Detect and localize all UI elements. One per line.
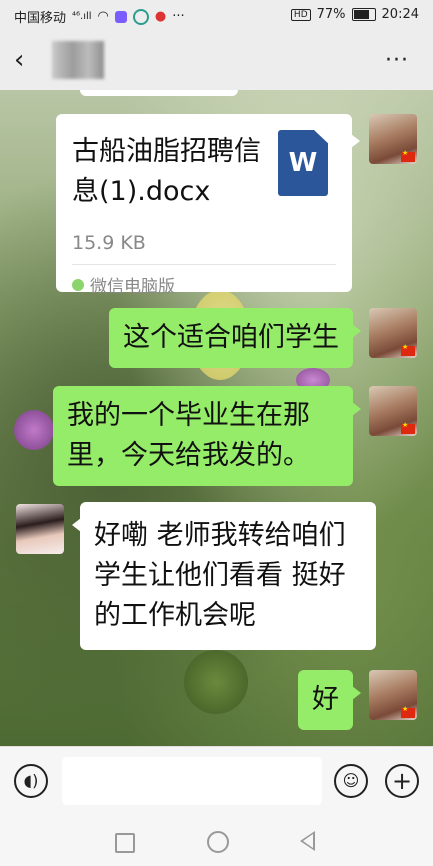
file-divider bbox=[72, 264, 336, 265]
file-name: 古船油脂招聘信息(1).docx bbox=[72, 136, 261, 207]
app-icon bbox=[114, 10, 127, 23]
message-text: 我的一个毕业生在那里，今天给我发的。 bbox=[67, 400, 310, 471]
hd-badge: HD bbox=[290, 8, 311, 21]
sent-message[interactable]: 我的一个毕业生在那里，今天给我发的。 bbox=[53, 386, 361, 486]
more-notifications: ··· bbox=[172, 9, 185, 24]
battery-icon bbox=[351, 8, 376, 21]
location-icon: ● bbox=[154, 9, 167, 24]
file-message[interactable]: 古船油脂招聘信息(1).docx W 15.9 KB 微信电脑版 bbox=[56, 114, 360, 297]
contact-name-blurred bbox=[52, 41, 104, 79]
input-bar: ◖) ☺ + bbox=[0, 746, 433, 817]
back-chevron-icon[interactable]: ‹ bbox=[14, 47, 38, 73]
message-text: 好 bbox=[312, 684, 339, 715]
system-navigation-bar bbox=[0, 816, 433, 866]
carrier-label: 中国移动 bbox=[14, 11, 67, 26]
my-avatar[interactable] bbox=[369, 308, 417, 358]
contact-avatar[interactable] bbox=[16, 504, 64, 554]
wifi-icon: ◠ bbox=[97, 9, 109, 24]
my-avatar[interactable] bbox=[369, 670, 417, 720]
flag-icon bbox=[401, 421, 415, 434]
wechat-chat-screen: 中国移动 ⁴⁶.ıll ◠ ● ··· HD 77% 20:24 ‹ ··· 古… bbox=[0, 0, 433, 866]
previous-message-fragment bbox=[80, 90, 238, 96]
message-list[interactable]: 古船油脂招聘信息(1).docx W 15.9 KB 微信电脑版 这个适合咱们学… bbox=[0, 90, 433, 746]
wechat-pc-icon bbox=[72, 278, 84, 291]
my-avatar[interactable] bbox=[369, 386, 417, 436]
message-text: 好嘞 老师我转给咱们学生让他们看看 挺好的工作机会呢 bbox=[94, 520, 346, 631]
status-bar: 中国移动 ⁴⁶.ıll ◠ ● ··· HD 77% 20:24 bbox=[0, 0, 433, 30]
chat-header: ‹ ··· bbox=[0, 30, 433, 90]
voice-icon[interactable]: ◖) bbox=[14, 764, 48, 798]
system-back-icon[interactable] bbox=[300, 831, 315, 851]
file-source: 微信电脑版 bbox=[72, 272, 175, 297]
emoji-icon[interactable]: ☺ bbox=[334, 764, 368, 798]
battery-percent: 77% bbox=[316, 7, 346, 22]
received-message[interactable]: 好嘞 老师我转给咱们学生让他们看看 挺好的工作机会呢 bbox=[72, 502, 376, 650]
plus-icon[interactable]: + bbox=[385, 764, 419, 798]
file-source-label: 微信电脑版 bbox=[90, 277, 175, 297]
my-avatar[interactable] bbox=[369, 114, 417, 164]
message-input[interactable] bbox=[62, 757, 322, 805]
status-right: HD 77% 20:24 bbox=[290, 7, 419, 22]
sent-message[interactable]: 这个适合咱们学生 bbox=[109, 308, 361, 368]
app-icon bbox=[132, 8, 149, 25]
recents-icon[interactable] bbox=[115, 833, 135, 853]
sent-message[interactable]: 好 bbox=[298, 670, 361, 730]
file-size: 15.9 KB bbox=[72, 232, 146, 254]
more-options-icon[interactable]: ··· bbox=[385, 48, 409, 73]
signal-icon: ⁴⁶.ıll bbox=[72, 11, 92, 22]
flag-icon bbox=[401, 149, 415, 162]
clock: 20:24 bbox=[381, 7, 419, 22]
status-left: 中国移动 ⁴⁶.ıll ◠ ● ··· bbox=[14, 7, 185, 26]
home-icon[interactable] bbox=[207, 831, 229, 853]
flag-icon bbox=[401, 705, 415, 718]
word-document-icon: W bbox=[278, 130, 328, 196]
flag-icon bbox=[401, 343, 415, 356]
message-text: 这个适合咱们学生 bbox=[123, 322, 339, 353]
